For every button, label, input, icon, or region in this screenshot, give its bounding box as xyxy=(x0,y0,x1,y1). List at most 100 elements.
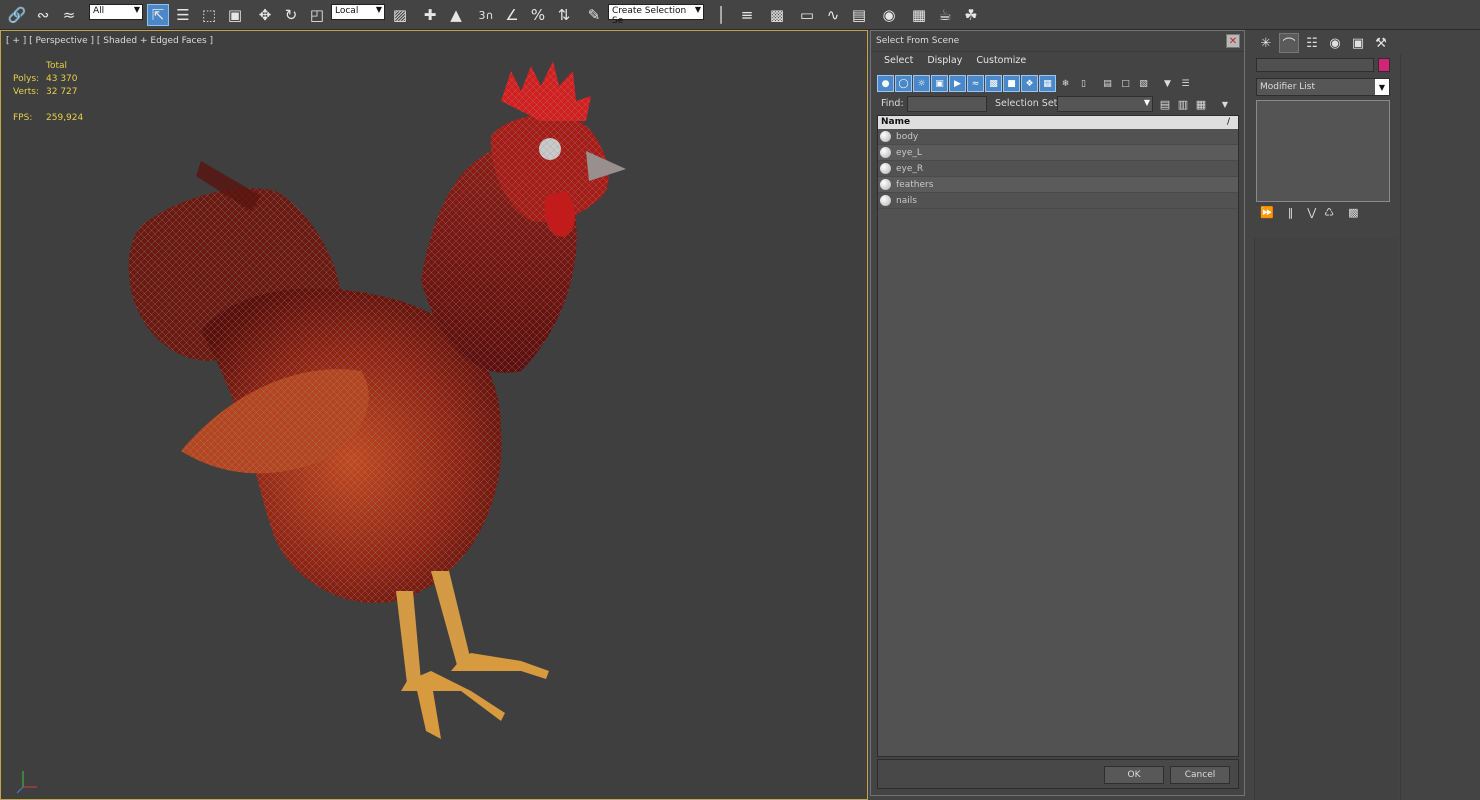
filter-icon[interactable]: ▼ xyxy=(1159,75,1176,92)
mirror-icon[interactable]: │ xyxy=(710,4,732,26)
menu-display[interactable]: Display xyxy=(920,53,969,71)
pin-stack-icon[interactable]: ⏩ xyxy=(1260,206,1274,222)
filter-settings-icon[interactable]: ☰ xyxy=(1177,75,1194,92)
display-tab-icon[interactable]: ▣ xyxy=(1348,33,1368,53)
dialog-title-bar[interactable]: Select From Scene ✕ xyxy=(871,31,1244,52)
display-helpers-icon[interactable]: ▶ xyxy=(949,75,966,92)
name-column-header[interactable]: Name / xyxy=(878,116,1238,129)
cancel-button[interactable]: Cancel xyxy=(1170,766,1230,784)
display-frozen-icon[interactable]: ❄ xyxy=(1057,75,1074,92)
selection-set-dropdown[interactable]: ▼ xyxy=(1057,96,1153,112)
list-item[interactable]: nails xyxy=(878,193,1238,209)
material-editor-icon[interactable]: ◉ xyxy=(878,4,900,26)
remove-from-selection-set-icon[interactable]: ▦ xyxy=(1193,96,1209,112)
scene-object-list[interactable]: Name / body eye_L eye_R feathers nails xyxy=(877,115,1239,757)
display-xrefs-icon[interactable]: ■ xyxy=(1003,75,1020,92)
utilities-tab-icon[interactable]: ⚒ xyxy=(1371,33,1391,53)
display-geometry-icon[interactable]: ● xyxy=(877,75,894,92)
edit-named-selection-icon[interactable]: ✎ xyxy=(583,4,605,26)
display-shapes-icon[interactable]: ◯ xyxy=(895,75,912,92)
list-item[interactable]: body xyxy=(878,129,1238,145)
find-label: Find: xyxy=(881,98,904,109)
render-production-icon[interactable]: ☘ xyxy=(960,4,982,26)
object-color-swatch[interactable] xyxy=(1378,58,1390,72)
render-setup-icon[interactable]: ▦ xyxy=(908,4,930,26)
find-input[interactable] xyxy=(907,96,987,112)
schematic-view-icon[interactable]: ▤ xyxy=(848,4,870,26)
main-toolbar: 🔗 ∾ ≈ All ▼ ⇱ ☰ ⬚ ▣ ✥ ↻ ◰ Local ▼ ▨ ✚ ▲ 3 ∩… xyxy=(0,0,1480,30)
select-by-name-icon[interactable]: ☰ xyxy=(172,4,194,26)
display-hidden-icon[interactable]: ▯ xyxy=(1075,75,1092,92)
list-item[interactable]: eye_L xyxy=(878,145,1238,161)
dialog-button-bar: OK Cancel xyxy=(877,759,1239,789)
panel-divider xyxy=(1400,54,1401,800)
modifier-list-dropdown[interactable]: Modifier List ▼ xyxy=(1256,78,1390,96)
pivot-center-icon[interactable]: ▨ xyxy=(389,4,411,26)
perspective-viewport[interactable]: [ + ] [ Perspective ] [ Shaded + Edged F… xyxy=(0,30,868,800)
rendered-frame-window-icon[interactable]: ☕ xyxy=(934,4,956,26)
curve-editor-icon[interactable]: ∿ xyxy=(822,4,844,26)
configure-modifier-sets-icon[interactable]: ▩ xyxy=(1348,206,1358,222)
expand-options-icon[interactable]: ▼ xyxy=(1217,96,1233,112)
display-cameras-icon[interactable]: ▣ xyxy=(931,75,948,92)
menu-select[interactable]: Select xyxy=(877,53,920,71)
keyboard-shortcut-override-icon[interactable]: ▲ xyxy=(445,4,467,26)
rooster-model[interactable] xyxy=(1,31,868,800)
list-item[interactable]: eye_R xyxy=(878,161,1238,177)
select-and-move-icon[interactable]: ✥ xyxy=(254,4,276,26)
modify-tab-icon[interactable]: ⌒ xyxy=(1279,33,1299,53)
show-end-result-icon[interactable]: ‖ xyxy=(1288,206,1294,222)
display-bones-icon[interactable]: ❖ xyxy=(1021,75,1038,92)
select-none-icon[interactable]: □ xyxy=(1117,75,1134,92)
spinner-snap-icon[interactable]: ⇅ xyxy=(553,4,575,26)
select-invert-icon[interactable]: ▧ xyxy=(1135,75,1152,92)
select-and-scale-icon[interactable]: ◰ xyxy=(306,4,328,26)
close-icon[interactable]: ✕ xyxy=(1226,34,1240,48)
select-object-icon[interactable]: ⇱ xyxy=(147,4,169,26)
display-lights-icon[interactable]: ☼ xyxy=(913,75,930,92)
align-icon[interactable]: ≡ xyxy=(736,4,758,26)
geometry-icon xyxy=(880,147,891,158)
remove-modifier-icon[interactable]: ♺ xyxy=(1324,206,1334,222)
snaps-toggle-icon[interactable]: 3 ∩ xyxy=(475,4,497,26)
axis-gizmo-icon xyxy=(16,771,37,794)
create-tab-icon[interactable]: ✳ xyxy=(1256,33,1276,53)
list-item[interactable]: feathers xyxy=(878,177,1238,193)
unlink-selection-icon[interactable]: ∾ xyxy=(32,4,54,26)
display-space-warps-icon[interactable]: ≈ xyxy=(967,75,984,92)
select-from-scene-dialog: Select From Scene ✕ Select Display Custo… xyxy=(870,30,1245,796)
select-and-rotate-icon[interactable]: ↻ xyxy=(280,4,302,26)
add-to-selection-set-icon[interactable]: ▥ xyxy=(1175,96,1191,112)
select-all-icon[interactable]: ▤ xyxy=(1099,75,1116,92)
angle-snap-icon[interactable]: ∠ xyxy=(501,4,523,26)
display-groups-icon[interactable]: ▩ xyxy=(985,75,1002,92)
reference-coordinate-dropdown[interactable]: Local ▼ xyxy=(331,4,385,20)
named-selection-sets-dropdown[interactable]: Create Selection Se ▼ xyxy=(608,4,704,26)
geometry-icon xyxy=(880,163,891,174)
graphite-modeling-icon[interactable]: ▭ xyxy=(796,4,818,26)
rollout-area xyxy=(1254,238,1398,800)
ok-button[interactable]: OK xyxy=(1104,766,1164,784)
rectangular-selection-icon[interactable]: ⬚ xyxy=(198,4,220,26)
snap-label: 3 xyxy=(478,8,486,22)
select-and-manipulate-icon[interactable]: ✚ xyxy=(419,4,441,26)
motion-tab-icon[interactable]: ◉ xyxy=(1325,33,1345,53)
select-and-link-icon[interactable]: 🔗 xyxy=(6,4,28,26)
bind-to-space-warp-icon[interactable]: ≈ xyxy=(58,4,80,26)
dialog-title: Select From Scene xyxy=(876,36,960,46)
command-panel-tabs: ✳ ⌒ ☷ ◉ ▣ ⚒ xyxy=(1256,33,1391,53)
modifier-stack[interactable] xyxy=(1256,100,1390,202)
create-selection-set-icon[interactable]: ▤ xyxy=(1157,96,1173,112)
stack-tools: ⏩ ‖ ⋁ ♺ ▩ xyxy=(1260,206,1359,222)
object-name-field[interactable] xyxy=(1256,58,1374,72)
hierarchy-tab-icon[interactable]: ☷ xyxy=(1302,33,1322,53)
display-containers-icon[interactable]: ▦ xyxy=(1039,75,1056,92)
find-row: Find: Selection Set: ▼ ▤ ▥ ▦ ▼ xyxy=(877,95,1241,113)
percent-snap-icon[interactable]: % xyxy=(527,4,549,26)
make-unique-icon[interactable]: ⋁ xyxy=(1307,206,1316,222)
layer-manager-icon[interactable]: ▩ xyxy=(766,4,788,26)
window-crossing-icon[interactable]: ▣ xyxy=(224,4,246,26)
menu-customize[interactable]: Customize xyxy=(969,53,1033,71)
command-panel: ✳ ⌒ ☷ ◉ ▣ ⚒ Modifier List ▼ ⏩ ‖ ⋁ ♺ ▩ xyxy=(1252,30,1480,800)
selection-filter-dropdown[interactable]: All ▼ xyxy=(89,4,143,20)
